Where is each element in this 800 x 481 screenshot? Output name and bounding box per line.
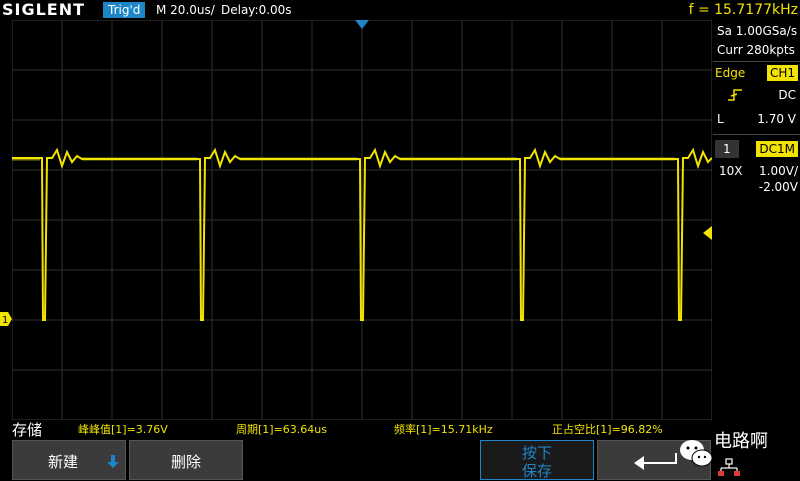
delete-button-label: 删除 — [170, 453, 201, 471]
measurement-peak-to-peak: 峰峰值[1]=3.76V — [78, 423, 168, 436]
memory-depth: Curr 280kpts — [717, 43, 795, 57]
channel-1-settings[interactable]: 1 DC1M 10X 1.00V/ -2.00V — [713, 140, 800, 200]
return-arrow-icon — [634, 453, 677, 470]
measurement-positive-duty: 正占空比[1]=96.82% — [552, 423, 663, 436]
measurement-period: 周期[1]=63.64us — [236, 423, 327, 436]
new-button[interactable]: 新建 — [12, 440, 126, 480]
network-icon — [718, 458, 740, 476]
brand-logo: SIGLENT — [2, 0, 86, 19]
trigger-status-badge: Trig'd — [103, 2, 146, 18]
top-status-bar: SIGLENT Trig'd M 20.0us/ Delay:0.00s f =… — [0, 0, 800, 20]
channel-1-ground-marker[interactable]: 1 — [0, 312, 12, 326]
press-to-save-button[interactable]: 按下 保存 — [480, 440, 594, 480]
channel-number-label: 1 — [715, 140, 739, 158]
press-to-save-bottom: 保存 — [521, 462, 552, 480]
trigger-type-label: Edge — [715, 66, 746, 80]
sample-rate: Sa 1.00GSa/s — [717, 24, 798, 38]
channel-coupling-badge: DC1M — [756, 141, 798, 157]
trigger-source-badge: CH1 — [766, 65, 798, 81]
waveform-grid — [12, 20, 712, 420]
delay-readout: Delay:0.00s — [221, 3, 292, 17]
delete-button[interactable]: 删除 — [129, 440, 243, 480]
frequency-readout: f = 15.7177kHz — [688, 2, 798, 18]
wechat-icon — [680, 440, 713, 467]
trigger-settings[interactable]: Edge CH1 DC L 1.70 V — [713, 62, 800, 130]
trigger-level-value: 1.70 V — [757, 112, 796, 126]
timebase-readout: M 20.0us/ — [156, 3, 215, 17]
trigger-level-label: L — [717, 112, 724, 126]
rising-edge-icon — [728, 89, 742, 101]
arrow-down-icon — [107, 455, 119, 468]
channel-offset: -2.00V — [758, 180, 798, 194]
watermark-brand: 电路啊 — [714, 431, 768, 452]
panel-separator — [713, 134, 800, 135]
menu-title: 存储 — [12, 421, 43, 439]
svg-text:1: 1 — [2, 315, 8, 326]
measurement-frequency: 频率[1]=15.71kHz — [394, 423, 493, 436]
waveform-display[interactable] — [12, 20, 712, 420]
trigger-coupling: DC — [778, 88, 796, 102]
